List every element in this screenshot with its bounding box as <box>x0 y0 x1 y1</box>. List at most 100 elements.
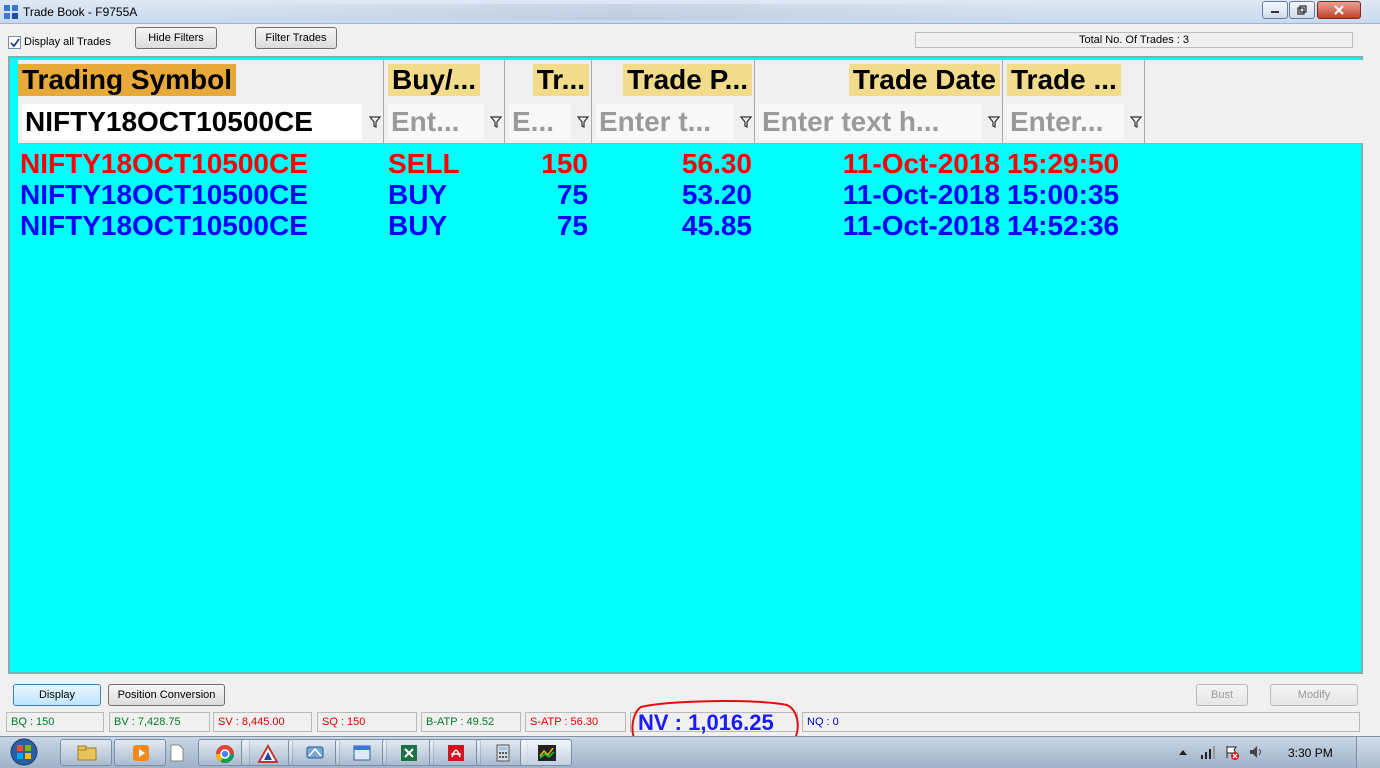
grid-filter-row: NIFTY18OCT10500CE Ent... E... Enter t...… <box>18 102 1363 144</box>
app-icon <box>4 5 18 19</box>
display-all-trades-checkbox[interactable] <box>8 36 21 49</box>
taskbar-app-triangle[interactable] <box>241 739 293 766</box>
document-icon <box>170 744 184 762</box>
minimize-icon <box>1271 11 1279 13</box>
window-app-icon <box>353 745 371 761</box>
cell-time: 14:52:36 <box>1007 210 1120 241</box>
cell-qty: 75 <box>556 179 588 210</box>
filter-funnel-icon[interactable] <box>1130 116 1142 128</box>
column-header-label: Trade P... <box>623 64 752 96</box>
show-hidden-icons-icon[interactable] <box>1178 748 1188 756</box>
column-header-trade-time[interactable]: Trade ... <box>1003 60 1145 102</box>
table-row[interactable]: NIFTY18OCT10500CE BUY 75 53.20 11-Oct-20… <box>18 179 1158 210</box>
filter-funnel-icon[interactable] <box>369 116 381 128</box>
taskbar-app-network[interactable] <box>288 739 340 766</box>
display-button[interactable]: Display <box>13 684 101 706</box>
taskbar-media-player[interactable] <box>114 739 166 766</box>
trade-grid: Trading Symbol Buy/... Tr... Trade P... … <box>8 56 1363 674</box>
cell-time: 15:00:35 <box>1007 179 1120 210</box>
network-app-icon <box>306 746 324 759</box>
taskbar-app-window[interactable] <box>335 739 387 766</box>
close-icon <box>1334 5 1344 15</box>
cell-buy-sell: BUY <box>388 179 448 210</box>
chart-app-icon <box>538 745 556 761</box>
network-signal-icon[interactable] <box>1200 744 1216 760</box>
taskbar-explorer[interactable] <box>60 739 112 766</box>
media-player-icon <box>133 745 149 761</box>
hide-filters-button[interactable]: Hide Filters <box>135 27 217 49</box>
column-header-buy-sell[interactable]: Buy/... <box>384 60 505 102</box>
filter-cell-trade-price: Enter t... <box>592 102 755 144</box>
filter-input-trade-date[interactable]: Enter text h... <box>759 104 982 140</box>
filter-funnel-icon[interactable] <box>490 116 502 128</box>
filter-input-trade-price[interactable]: Enter t... <box>596 104 734 140</box>
bust-button[interactable]: Bust <box>1196 684 1248 706</box>
cell-symbol: NIFTY18OCT10500CE <box>20 210 308 241</box>
status-buy-atp: B-ATP : 49.52 <box>421 712 521 732</box>
action-center-icon[interactable] <box>1224 744 1240 760</box>
grid-header-row: Trading Symbol Buy/... Tr... Trade P... … <box>18 60 1363 102</box>
minimize-button[interactable] <box>1262 1 1288 19</box>
filter-input-buy-sell[interactable]: Ent... <box>388 104 484 140</box>
column-header-label: Trading Symbol <box>18 64 237 96</box>
show-desktop-button[interactable] <box>1356 737 1380 768</box>
status-buy-value: BV : 7,428.75 <box>109 712 210 732</box>
filter-funnel-icon[interactable] <box>740 116 752 128</box>
window-title: Trade Book - F9755A <box>23 5 138 19</box>
column-header-label: Buy/... <box>388 64 481 96</box>
start-button[interactable] <box>4 738 44 766</box>
column-header-trade-qty[interactable]: Tr... <box>505 60 592 102</box>
taskbar-chart-app[interactable] <box>520 739 572 766</box>
calculator-icon <box>496 744 510 762</box>
column-header-label: Trade Date <box>848 64 1000 96</box>
filter-trades-button[interactable]: Filter Trades <box>255 27 337 49</box>
checkmark-icon <box>10 38 20 48</box>
taskbar-notepad[interactable] <box>162 739 192 766</box>
maximize-button[interactable] <box>1289 1 1315 19</box>
column-header-label: Trade ... <box>1007 64 1121 96</box>
filter-input-trading-symbol[interactable]: NIFTY18OCT10500CE <box>22 104 362 140</box>
taskbar-excel[interactable] <box>382 739 434 766</box>
cell-symbol: NIFTY18OCT10500CE <box>20 148 308 179</box>
table-row[interactable]: NIFTY18OCT10500CE BUY 75 45.85 11-Oct-20… <box>18 210 1158 241</box>
cell-qty: 75 <box>556 210 588 241</box>
volume-icon[interactable] <box>1248 744 1264 760</box>
filter-cell-trade-time: Enter... <box>1003 102 1145 144</box>
status-sell-value: SV : 8,445.00 <box>213 712 312 732</box>
column-header-label: Tr... <box>532 64 589 96</box>
status-net-qty: NQ : 0 <box>802 712 1360 732</box>
filter-funnel-icon[interactable] <box>577 116 589 128</box>
close-button[interactable] <box>1317 1 1361 19</box>
title-bar-background <box>180 4 1060 20</box>
total-trades-count: Total No. Of Trades : 3 <box>1078 34 1190 46</box>
cell-price: 45.85 <box>681 210 752 241</box>
filter-cell-trade-qty: E... <box>505 102 592 144</box>
table-row[interactable]: NIFTY18OCT10500CE SELL 150 56.30 11-Oct-… <box>18 148 1158 179</box>
taskbar-acrobat[interactable] <box>429 739 481 766</box>
column-header-trade-date[interactable]: Trade Date <box>755 60 1003 102</box>
filter-input-trade-time[interactable]: Enter... <box>1007 104 1124 140</box>
excel-icon <box>401 745 417 761</box>
column-header-trading-symbol[interactable]: Trading Symbol <box>18 60 384 102</box>
filter-input-trade-qty[interactable]: E... <box>509 104 571 140</box>
cell-date: 11-Oct-2018 <box>842 210 1000 241</box>
title-bar: Trade Book - F9755A <box>0 0 1380 24</box>
position-conversion-button[interactable]: Position Conversion <box>108 684 225 706</box>
modify-button[interactable]: Modify <box>1270 684 1358 706</box>
total-trades-panel: Total No. Of Trades : 3 <box>915 32 1353 48</box>
cell-price: 53.20 <box>681 179 752 210</box>
chrome-icon <box>216 745 234 764</box>
cell-qty: 150 <box>541 148 588 179</box>
triangle-app-icon <box>258 744 278 763</box>
filter-cell-buy-sell: Ent... <box>384 102 505 144</box>
acrobat-icon <box>448 745 464 761</box>
cell-symbol: NIFTY18OCT10500CE <box>20 179 308 210</box>
taskbar-clock[interactable]: 3:30 PM <box>1288 746 1333 760</box>
folder-icon <box>77 745 97 761</box>
status-sell-atp: S-ATP : 56.30 <box>525 712 626 732</box>
column-header-trade-price[interactable]: Trade P... <box>592 60 755 102</box>
cell-date: 11-Oct-2018 <box>842 179 1000 210</box>
status-sell-qty: SQ : 150 <box>317 712 417 732</box>
status-buy-qty: BQ : 150 <box>6 712 104 732</box>
filter-funnel-icon[interactable] <box>988 116 1000 128</box>
